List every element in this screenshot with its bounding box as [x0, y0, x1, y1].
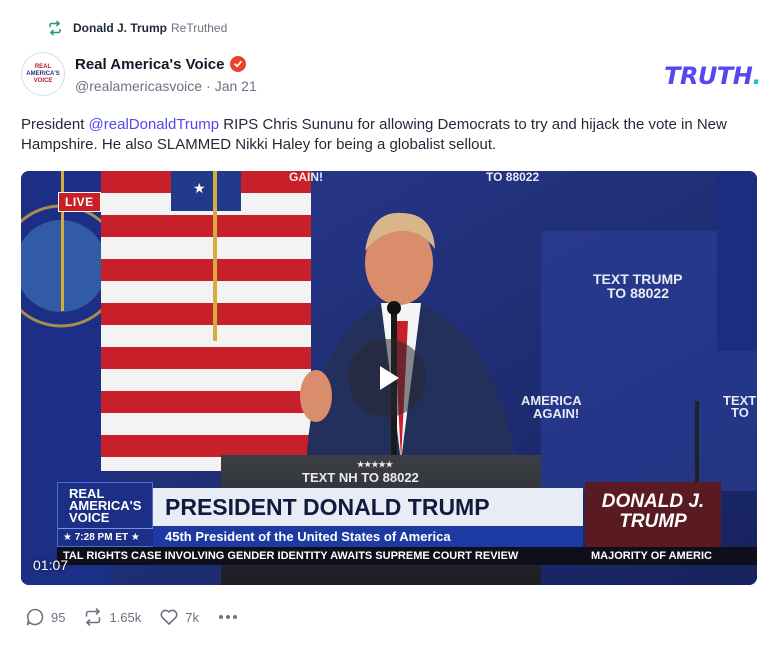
like-button[interactable]: 7k — [159, 607, 199, 627]
backdrop-text: AGAIN! — [533, 406, 579, 421]
heart-icon — [160, 609, 178, 625]
retruth-label: ReTruthed — [171, 21, 228, 35]
verified-badge-icon — [230, 56, 247, 72]
ticker-left: TAL RIGHTS CASE INVOLVING GENDER IDENTIT… — [63, 550, 519, 562]
backdrop-text: TO 88022 — [486, 171, 539, 184]
more-options-icon[interactable] — [219, 615, 238, 619]
avatar[interactable]: REAL AMERICA'S VOICE — [21, 52, 65, 96]
avatar-logo: REAL AMERICA'S VOICE — [26, 63, 60, 84]
backdrop-text: TO — [731, 405, 749, 420]
author-handle[interactable]: @realamericasvoice — [75, 78, 202, 96]
us-flag: ★ — [101, 171, 311, 471]
video-player[interactable]: ★ GAIN! TO 88022 TEXT TRUMP TO 88022 AME… — [21, 171, 757, 585]
author-name[interactable]: Real America's Voice — [75, 56, 224, 73]
broadcast-time: ★ 7:28 PM ET ★ — [58, 528, 154, 546]
post-text-prefix: President — [21, 116, 89, 133]
post-actions: 95 1.65k 7k — [25, 604, 238, 630]
lower-third-headline: PRESIDENT DONALD TRUMP — [153, 488, 583, 526]
reply-count: 95 — [51, 609, 66, 625]
retruth-author-name[interactable]: Donald J. Trump — [73, 21, 167, 35]
retruth-count: 1.65k — [109, 609, 142, 625]
live-badge: LIVE — [58, 192, 101, 212]
retruth-header: Donald J. Trump ReTruthed — [47, 18, 227, 38]
podium-stars: ★★★★★ — [357, 460, 394, 469]
reply-button[interactable]: 95 — [25, 607, 65, 627]
ticker-right: MAJORITY OF AMERIC — [591, 550, 713, 562]
lower-third-name-card: DONALD J. TRUMP — [585, 482, 721, 547]
play-icon — [380, 366, 399, 390]
retruth-icon — [47, 20, 63, 36]
meta-separator: · — [206, 78, 211, 94]
play-button[interactable] — [348, 339, 426, 417]
lower-third-banner: REAL AMERICA'S VOICE ★ 7:28 PM ET ★ PRES… — [57, 482, 757, 565]
rav-logo: REAL AMERICA'S VOICE ★ 7:28 PM ET ★ — [57, 482, 154, 547]
reply-icon — [26, 608, 44, 626]
like-count: 7k — [185, 609, 200, 625]
author-block: Real America's Voice @realamericasvoice … — [75, 54, 257, 96]
backdrop-text: GAIN! — [289, 171, 323, 184]
post-date[interactable]: Jan 21 — [215, 78, 257, 96]
post-header: REAL AMERICA'S VOICE Real America's Voic… — [21, 52, 761, 100]
truth-logo: TRUTH. — [664, 62, 761, 90]
retruth-button[interactable]: 1.65k — [83, 607, 141, 627]
video-duration: 01:07 — [33, 557, 69, 573]
lower-third-subline: 45th President of the United States of A… — [153, 526, 583, 547]
news-ticker: TAL RIGHTS CASE INVOLVING GENDER IDENTIT… — [57, 547, 757, 565]
post-text: President @realDonaldTrump RIPS Chris Su… — [21, 115, 761, 155]
svg-text:★: ★ — [193, 181, 206, 197]
mention-link[interactable]: @realDonaldTrump — [89, 116, 220, 133]
backdrop-text: TO 88022 — [607, 285, 669, 301]
retruth-action-icon — [86, 608, 101, 626]
